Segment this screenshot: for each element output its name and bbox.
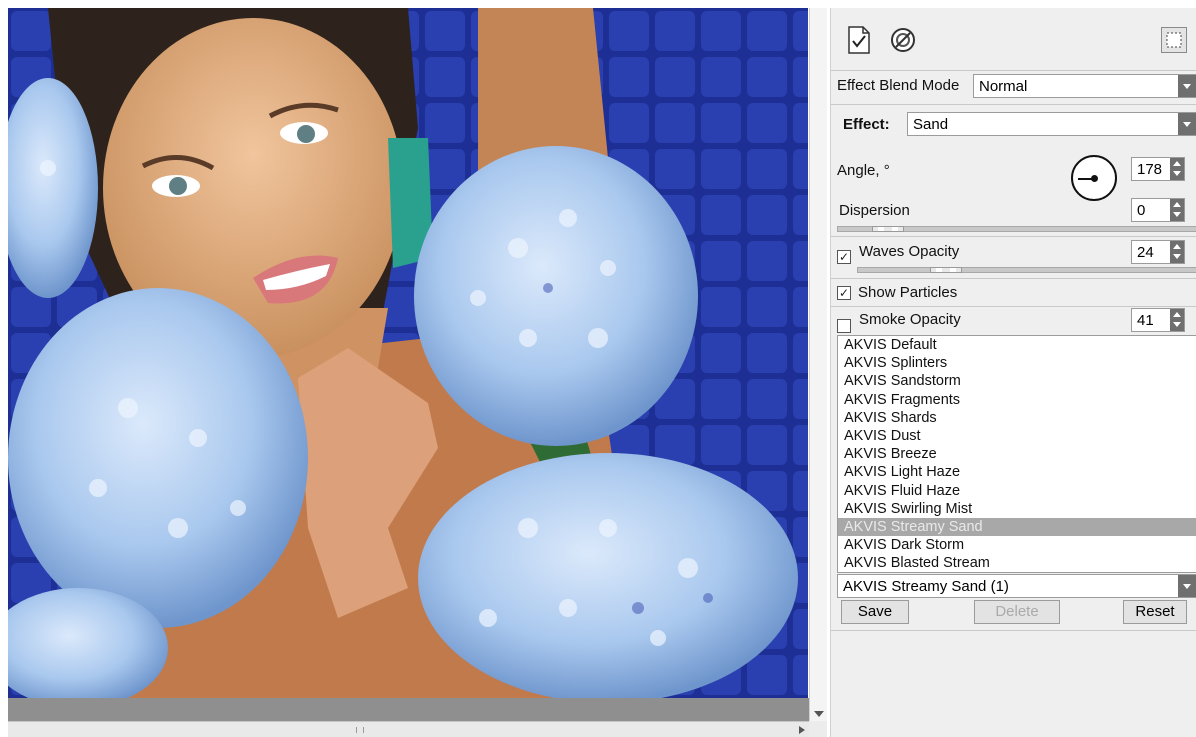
- preset-item[interactable]: AKVIS Fragments: [838, 391, 1196, 409]
- dispersion-value: 0: [1137, 202, 1146, 219]
- reset-preset-button[interactable]: Reset: [1123, 600, 1187, 624]
- effect-value: Sand: [913, 116, 949, 133]
- preset-item[interactable]: AKVIS Breeze: [838, 445, 1196, 463]
- blend-mode-label: Effect Blend Mode: [837, 77, 960, 94]
- preset-item[interactable]: AKVIS Dust: [838, 427, 1196, 445]
- preset-item[interactable]: AKVIS Swirling Mist: [838, 500, 1196, 518]
- angle-dial-center: [1091, 175, 1098, 182]
- blend-mode-select[interactable]: Normal: [973, 74, 1196, 98]
- preset-item[interactable]: AKVIS Fluid Haze: [838, 482, 1196, 500]
- delete-preset-button[interactable]: Delete: [974, 600, 1060, 624]
- divider: [831, 630, 1196, 631]
- waves-opacity-slider[interactable]: [857, 267, 1196, 273]
- spin-arrows-icon[interactable]: [1170, 199, 1184, 221]
- scroll-thumb[interactable]: [356, 727, 364, 733]
- angle-dial[interactable]: [1071, 155, 1117, 201]
- smoke-opacity-checkbox[interactable]: [837, 319, 851, 333]
- preset-name-value: AKVIS Streamy Sand (1): [843, 578, 1009, 595]
- divider: [831, 236, 1196, 237]
- preset-item[interactable]: AKVIS Default: [838, 336, 1196, 354]
- dispersion-slider[interactable]: [837, 226, 1196, 232]
- preset-item-selected[interactable]: AKVIS Streamy Sand: [838, 517, 1196, 537]
- divider: [831, 70, 1196, 71]
- blend-mode-value: Normal: [979, 78, 1028, 95]
- angle-spinbox[interactable]: 178: [1131, 157, 1185, 181]
- apply-button[interactable]: [845, 26, 873, 54]
- preset-item[interactable]: AKVIS Sandstorm: [838, 372, 1196, 390]
- angle-value: 178: [1137, 161, 1163, 178]
- smoke-opacity-label: Smoke Opacity: [859, 311, 961, 328]
- cancel-circle-slash-icon: [891, 28, 915, 52]
- vertical-scrollbar[interactable]: [809, 8, 827, 721]
- dispersion-spinbox[interactable]: 0: [1131, 198, 1185, 222]
- waves-opacity-slider-handle[interactable]: [930, 267, 962, 273]
- spin-arrows-icon[interactable]: [1170, 158, 1184, 180]
- smoke-opacity-spinbox[interactable]: 41: [1131, 308, 1185, 332]
- divider: [831, 278, 1196, 279]
- cancel-button[interactable]: [889, 26, 917, 54]
- dispersion-label: Dispersion: [839, 202, 910, 219]
- divider: [831, 306, 1196, 307]
- effect-label: Effect:: [843, 116, 890, 133]
- fit-view-button[interactable]: [1161, 27, 1187, 53]
- show-particles-label: Show Particles: [858, 284, 958, 301]
- save-preset-button[interactable]: Save: [841, 600, 909, 624]
- show-particles-checkbox[interactable]: ✓: [837, 286, 851, 300]
- waves-opacity-value: 24: [1137, 244, 1154, 261]
- preset-item[interactable]: AKVIS Shards: [838, 409, 1196, 427]
- preset-item[interactable]: AKVIS Dark Storm: [838, 536, 1196, 554]
- image-canvas[interactable]: [8, 8, 808, 698]
- smoke-opacity-value: 41: [1137, 312, 1154, 329]
- apply-document-check-icon: [848, 26, 870, 54]
- preset-item[interactable]: AKVIS Splinters: [838, 354, 1196, 372]
- dispersion-slider-handle[interactable]: [872, 226, 904, 232]
- scrollbar-corner: [809, 721, 827, 737]
- angle-label: Angle, °: [837, 162, 890, 179]
- spin-arrows-icon[interactable]: [1170, 241, 1184, 263]
- preset-item[interactable]: AKVIS Light Haze: [838, 463, 1196, 481]
- chevron-down-icon[interactable]: [1178, 575, 1196, 597]
- fit-frame-icon: [1166, 32, 1182, 48]
- waves-opacity-label: Waves Opacity: [859, 243, 960, 260]
- photo-preview: [8, 8, 808, 698]
- divider: [831, 104, 1196, 105]
- settings-panel: Effect Blend Mode Normal Effect: Sand An…: [830, 8, 1196, 737]
- preset-name-select[interactable]: AKVIS Streamy Sand (1): [837, 574, 1196, 598]
- preset-list[interactable]: AKVIS Default AKVIS Splinters AKVIS Sand…: [837, 335, 1196, 573]
- waves-opacity-spinbox[interactable]: 24: [1131, 240, 1185, 264]
- horizontal-scrollbar[interactable]: [8, 721, 809, 737]
- scroll-right-icon[interactable]: [799, 726, 805, 734]
- canvas-margin: [8, 698, 809, 721]
- chevron-down-icon[interactable]: [1178, 113, 1196, 135]
- waves-opacity-checkbox[interactable]: ✓: [837, 250, 851, 264]
- spin-arrows-icon[interactable]: [1170, 309, 1184, 331]
- scroll-down-icon[interactable]: [814, 711, 824, 717]
- preset-item[interactable]: AKVIS Blasted Stream: [838, 554, 1196, 572]
- effect-select[interactable]: Sand: [907, 112, 1196, 136]
- chevron-down-icon[interactable]: [1178, 75, 1196, 97]
